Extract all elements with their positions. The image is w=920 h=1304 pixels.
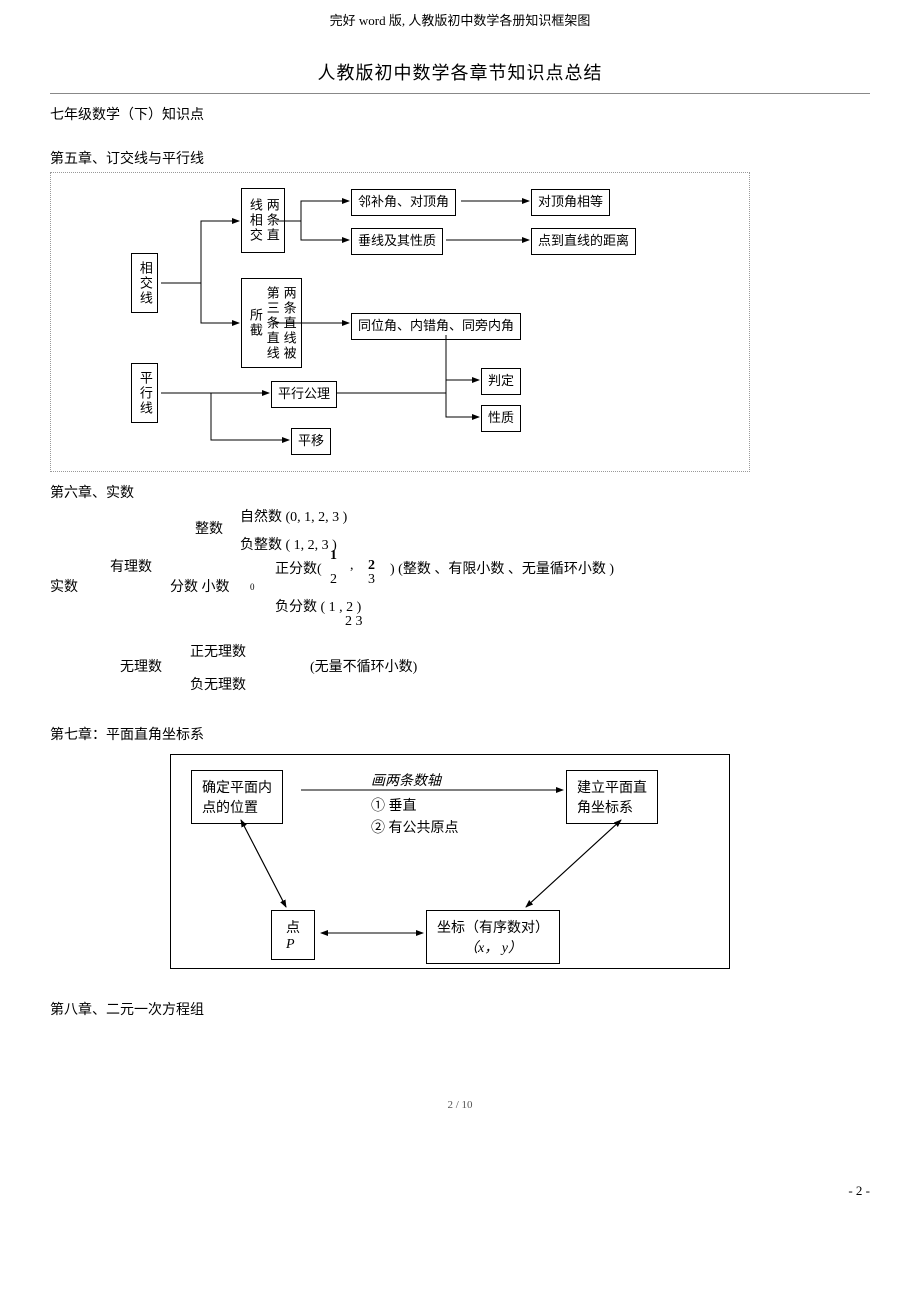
chapter7-heading: 第七章：平面直角坐标系 (50, 724, 870, 744)
chapter7-connectors (171, 755, 731, 970)
lbl-zero: 0 (250, 582, 255, 592)
chapter8-heading: 第八章、二元一次方程组 (50, 999, 870, 1019)
lbl-fenshu: 分数 小数 (170, 576, 230, 596)
chapter5-diagram: 相交线 平行线 两条直线相交 两条直线被第三条直线所截 邻补角、对顶角 垂线及其… (50, 172, 750, 472)
page-counter: 2 / 10 (50, 1099, 870, 1111)
chapter5-heading: 第五章、订交线与平行线 (50, 148, 870, 168)
doc-header: 完好 word 版, 人教版初中数学各册知识框架图 (50, 10, 870, 29)
lbl-zhengfenshu-tail: ) (整数 、有限小数 、无量循环小数 ) (390, 558, 614, 578)
lbl-fufenshu: 负分数 ( 1 , 2 ) (275, 596, 361, 616)
lbl-fuzhengshu: 负整数 ( 1, 2, 3 ) (240, 534, 337, 554)
lbl-ziranshu: 自然数 (0, 1, 2, 3 ) (240, 506, 347, 526)
lbl-fufenshu-bot: 2 3 (345, 614, 363, 630)
frac1-bot: 2 (330, 572, 337, 588)
frac1-top: 1 (330, 548, 337, 564)
lbl-wuxun: (无量不循环小数) (310, 656, 417, 676)
lbl-youli: 有理数 (110, 556, 152, 576)
lbl-shishu: 实数 (50, 576, 78, 596)
lbl-wuli: 无理数 (120, 656, 162, 676)
page-marker: - 2 - (848, 1183, 870, 1199)
chapter7-diagram: 确定平面内 点的位置 画两条数轴 ① 垂直 ② 有公共原点 建立平面直 角坐标系… (170, 754, 730, 969)
chapter6-tree: 实数 有理数 无理数 整数 分数 小数 0 自然数 (0, 1, 2, 3 ) … (50, 506, 870, 716)
frac2-bot: 3 (368, 572, 375, 588)
lbl-zhengwuli: 正无理数 (190, 641, 246, 661)
grade-subtitle: 七年级数学（下）知识点 (50, 104, 870, 124)
lbl-fuwuli: 负无理数 (190, 674, 246, 694)
doc-title: 人教版初中数学各章节知识点总结 (50, 59, 870, 85)
lbl-zhengfenshu: 正分数( (275, 558, 322, 578)
lbl-zhengshu: 整数 (195, 518, 223, 538)
frac-mid: , (350, 558, 354, 574)
divider (50, 93, 870, 94)
chapter6-heading: 第六章、实数 (50, 482, 870, 502)
chapter5-connectors (51, 173, 751, 473)
